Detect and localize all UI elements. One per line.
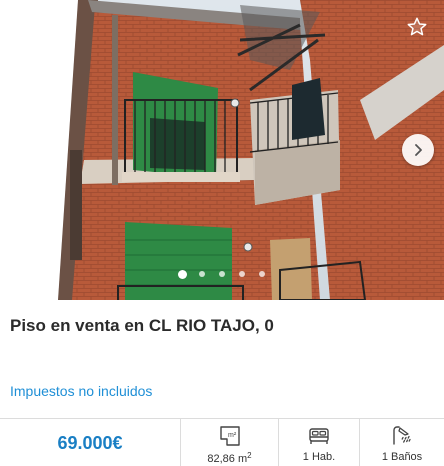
- bathrooms-label: 1 Baños: [381, 451, 423, 463]
- bedrooms-stat: 1 Hab.: [279, 419, 359, 466]
- photo-carousel[interactable]: [0, 0, 444, 300]
- listing-price: 69.000€: [57, 432, 123, 453]
- carousel-dot[interactable]: [259, 271, 265, 277]
- listing-title[interactable]: Piso en venta en CL RIO TAJO, 0: [10, 316, 274, 336]
- listing-stats-bar: 69.000€ m² 82,86 m2 1 Hab. 1 Baños: [0, 418, 444, 466]
- carousel-dot[interactable]: [219, 271, 225, 277]
- bedrooms-label: 1 Hab.: [302, 451, 336, 463]
- carousel-dot[interactable]: [178, 269, 187, 279]
- svg-text:m²: m²: [228, 432, 237, 439]
- carousel-dot[interactable]: [199, 271, 205, 277]
- area-label: 82,86 m2: [207, 451, 252, 465]
- bathrooms-stat: 1 Baños: [360, 419, 444, 466]
- tax-note-link[interactable]: Impuestos no incluidos: [10, 383, 152, 399]
- chevron-right-icon: [415, 144, 422, 156]
- next-photo-button[interactable]: [402, 134, 434, 166]
- carousel-dot[interactable]: [239, 271, 245, 277]
- shower-icon: [390, 424, 414, 448]
- property-photo: [0, 0, 444, 300]
- previous-photo-button[interactable]: [10, 134, 42, 166]
- carousel-pagination: [178, 269, 279, 279]
- area-stat: m² 82,86 m2: [181, 419, 278, 466]
- floor-area-icon: m²: [218, 424, 242, 448]
- property-card[interactable]: Piso en venta en CL RIO TAJO, 0 Impuesto…: [0, 0, 444, 466]
- favorite-star-icon[interactable]: [406, 16, 428, 38]
- chevron-left-icon: [22, 144, 29, 156]
- bed-icon: [307, 424, 331, 448]
